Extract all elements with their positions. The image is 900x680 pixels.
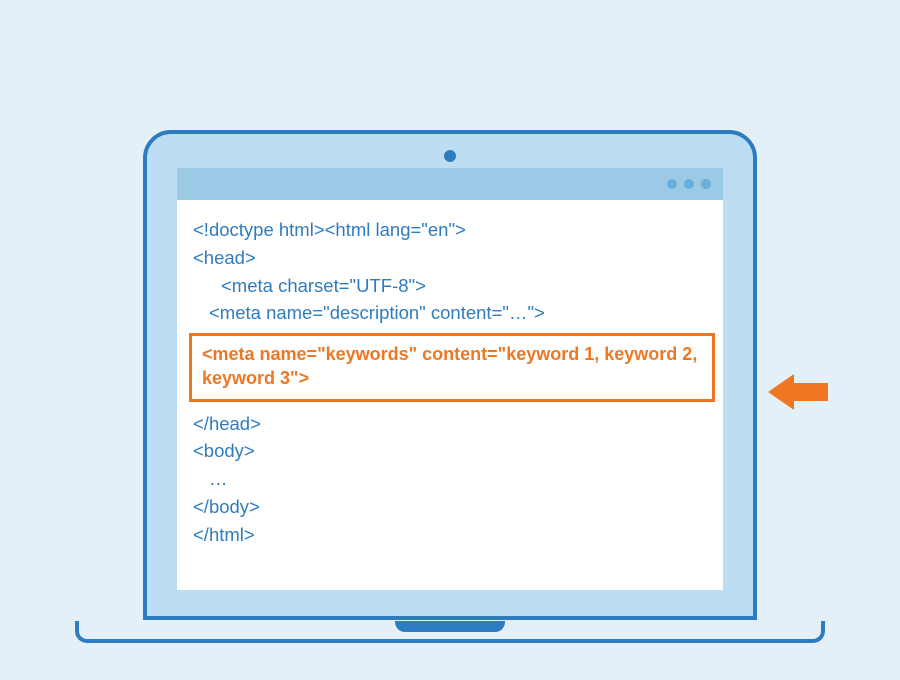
- code-line: </body>: [193, 493, 711, 521]
- laptop-lid: <!doctype html><html lang="en"> <head> <…: [143, 130, 757, 620]
- code-line: </html>: [193, 521, 711, 549]
- laptop-illustration: <!doctype html><html lang="en"> <head> <…: [143, 130, 757, 620]
- highlighted-meta-keywords: <meta name="keywords" content="keyword 1…: [189, 333, 715, 402]
- camera-dot: [444, 150, 456, 162]
- window-titlebar: [177, 168, 723, 200]
- code-line: <meta charset="UTF-8">: [193, 272, 711, 300]
- code-snippet: <!doctype html><html lang="en"> <head> <…: [177, 200, 723, 590]
- code-line: </head>: [193, 410, 711, 438]
- laptop-base: [75, 621, 825, 643]
- laptop-screen: <!doctype html><html lang="en"> <head> <…: [177, 168, 723, 590]
- laptop-notch: [395, 621, 505, 632]
- code-line: <body>: [193, 437, 711, 465]
- code-line: <!doctype html><html lang="en">: [193, 216, 711, 244]
- arrow-left-icon: [768, 370, 828, 419]
- window-control-dot: [701, 179, 711, 189]
- code-line: <head>: [193, 244, 711, 272]
- code-line: …: [193, 465, 711, 493]
- window-control-dot: [667, 179, 677, 189]
- window-control-dot: [684, 179, 694, 189]
- code-line: <meta name="description" content="…">: [193, 299, 711, 327]
